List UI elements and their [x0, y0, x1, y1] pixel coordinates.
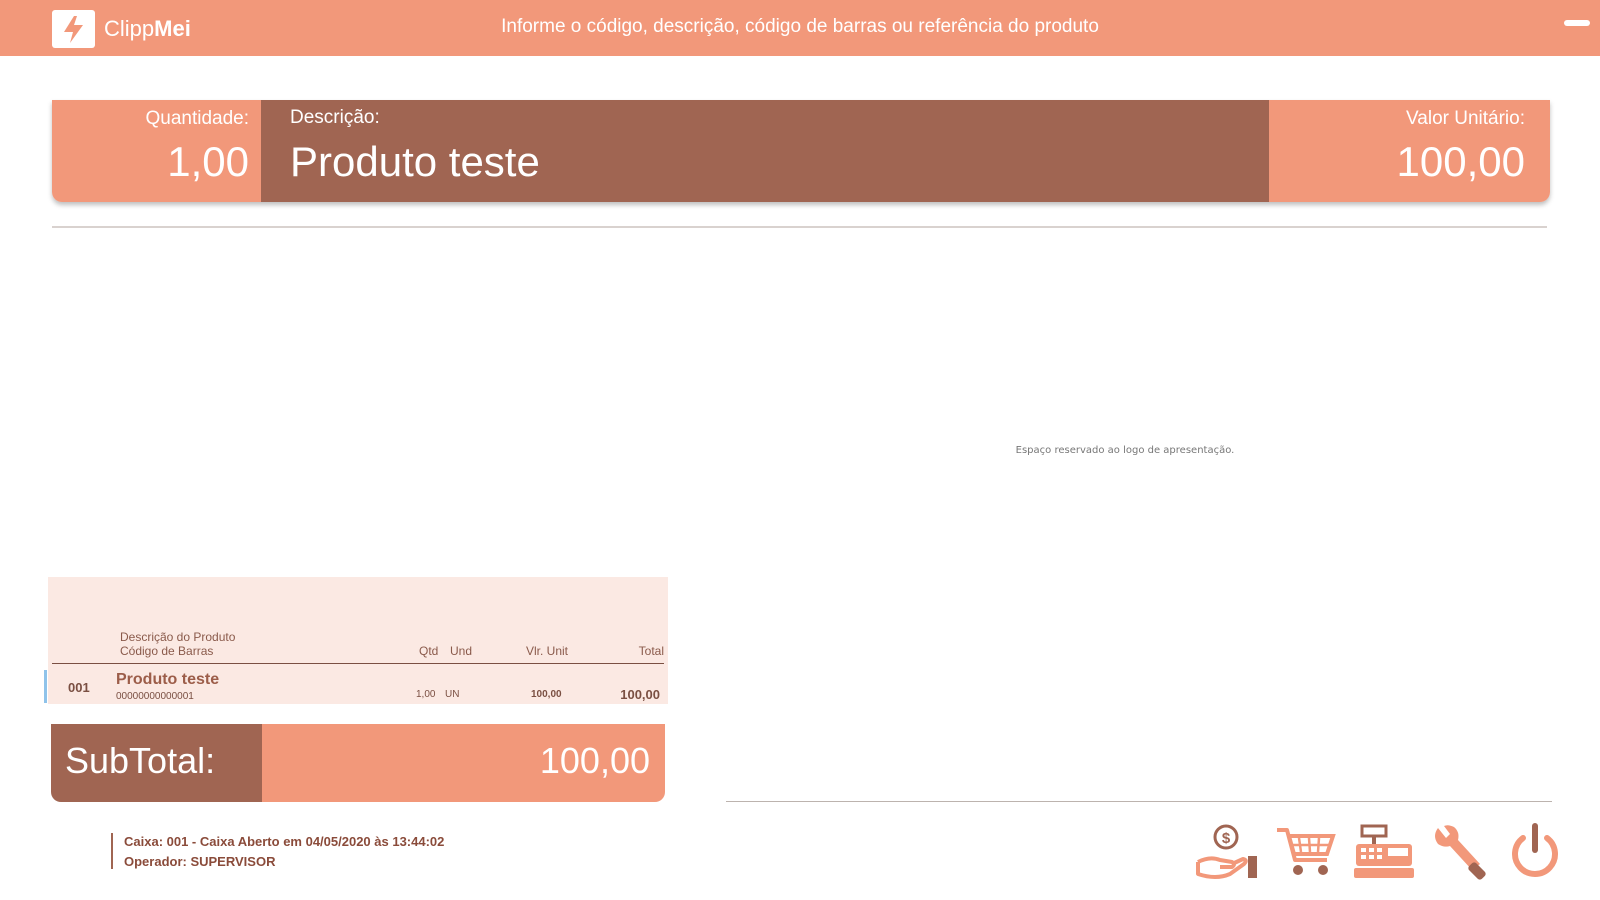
row-description: Produto teste — [116, 671, 220, 688]
row-vlr-unit: 100,00 — [531, 689, 562, 700]
settings-button[interactable] — [1428, 822, 1492, 882]
header-qtd: Qtd — [419, 644, 439, 658]
money-hand-icon: $ — [1196, 824, 1257, 879]
logo-placeholder-text: Espaço reservado ao logo de apresentação… — [1015, 445, 1235, 456]
wrench-icon — [1435, 825, 1486, 880]
top-bar: ClippMei Informe o código, descrição, có… — [0, 0, 1600, 56]
app-logo-icon — [52, 10, 95, 48]
quantity-box: Quantidade: 1,00 — [52, 100, 261, 202]
row-barcode: 00000000000001 — [116, 691, 194, 702]
row-number: 001 — [68, 680, 90, 695]
description-value: Produto teste — [290, 138, 540, 185]
power-icon — [1512, 823, 1558, 877]
subtotal-label: SubTotal: — [65, 740, 216, 781]
header-description: Descrição do Produto Código de Barras — [120, 630, 236, 658]
table-row[interactable]: 001 Produto teste 00000000000001 1,00 UN… — [44, 670, 668, 704]
current-product-panel: Quantidade: 1,00 Descrição: Produto test… — [52, 100, 1550, 202]
description-box: Descrição: Produto teste — [261, 100, 1269, 202]
row-selection-marker — [44, 670, 47, 703]
row-und: UN — [445, 689, 460, 700]
app-name: ClippMei — [104, 16, 191, 41]
row-total: 100,00 — [620, 687, 660, 702]
row-qtd: 1,00 — [416, 689, 436, 700]
svg-text:$: $ — [1222, 830, 1231, 847]
payment-button[interactable]: $ — [1196, 822, 1260, 882]
operator-status: Operador: SUPERVISOR — [124, 854, 276, 869]
status-accent-line — [111, 833, 113, 869]
subtotal-panel: SubTotal: 100,00 — [51, 724, 665, 802]
header-und: Und — [450, 644, 473, 658]
quantity-value: 1,00 — [167, 138, 249, 185]
header-total: Total — [638, 644, 664, 658]
cash-register-icon — [1354, 824, 1414, 878]
power-button[interactable] — [1503, 822, 1567, 882]
cart-button[interactable] — [1275, 822, 1339, 882]
divider — [52, 226, 1547, 228]
quantity-label: Quantidade: — [145, 108, 249, 129]
header-vlr-unit: Vlr. Unit — [526, 644, 569, 658]
cash-register-status: Caixa: 001 - Caixa Aberto em 04/05/2020 … — [124, 834, 445, 849]
unit-value: 100,00 — [1396, 138, 1525, 185]
minimize-button[interactable] — [1564, 20, 1590, 26]
divider — [726, 801, 1552, 802]
table-header-divider — [52, 663, 664, 664]
cart-icon — [1277, 828, 1336, 875]
cash-register-button[interactable] — [1352, 822, 1416, 882]
unit-value-box: Valor Unitário: 100,00 — [1269, 100, 1550, 202]
unit-value-label: Valor Unitário: — [1406, 108, 1525, 129]
subtotal-value: 100,00 — [539, 740, 650, 781]
search-hint[interactable]: Informe o código, descrição, código de b… — [300, 16, 1300, 38]
items-table: Descrição do Produto Código de Barras Qt… — [44, 577, 668, 704]
description-label: Descrição: — [290, 107, 380, 128]
